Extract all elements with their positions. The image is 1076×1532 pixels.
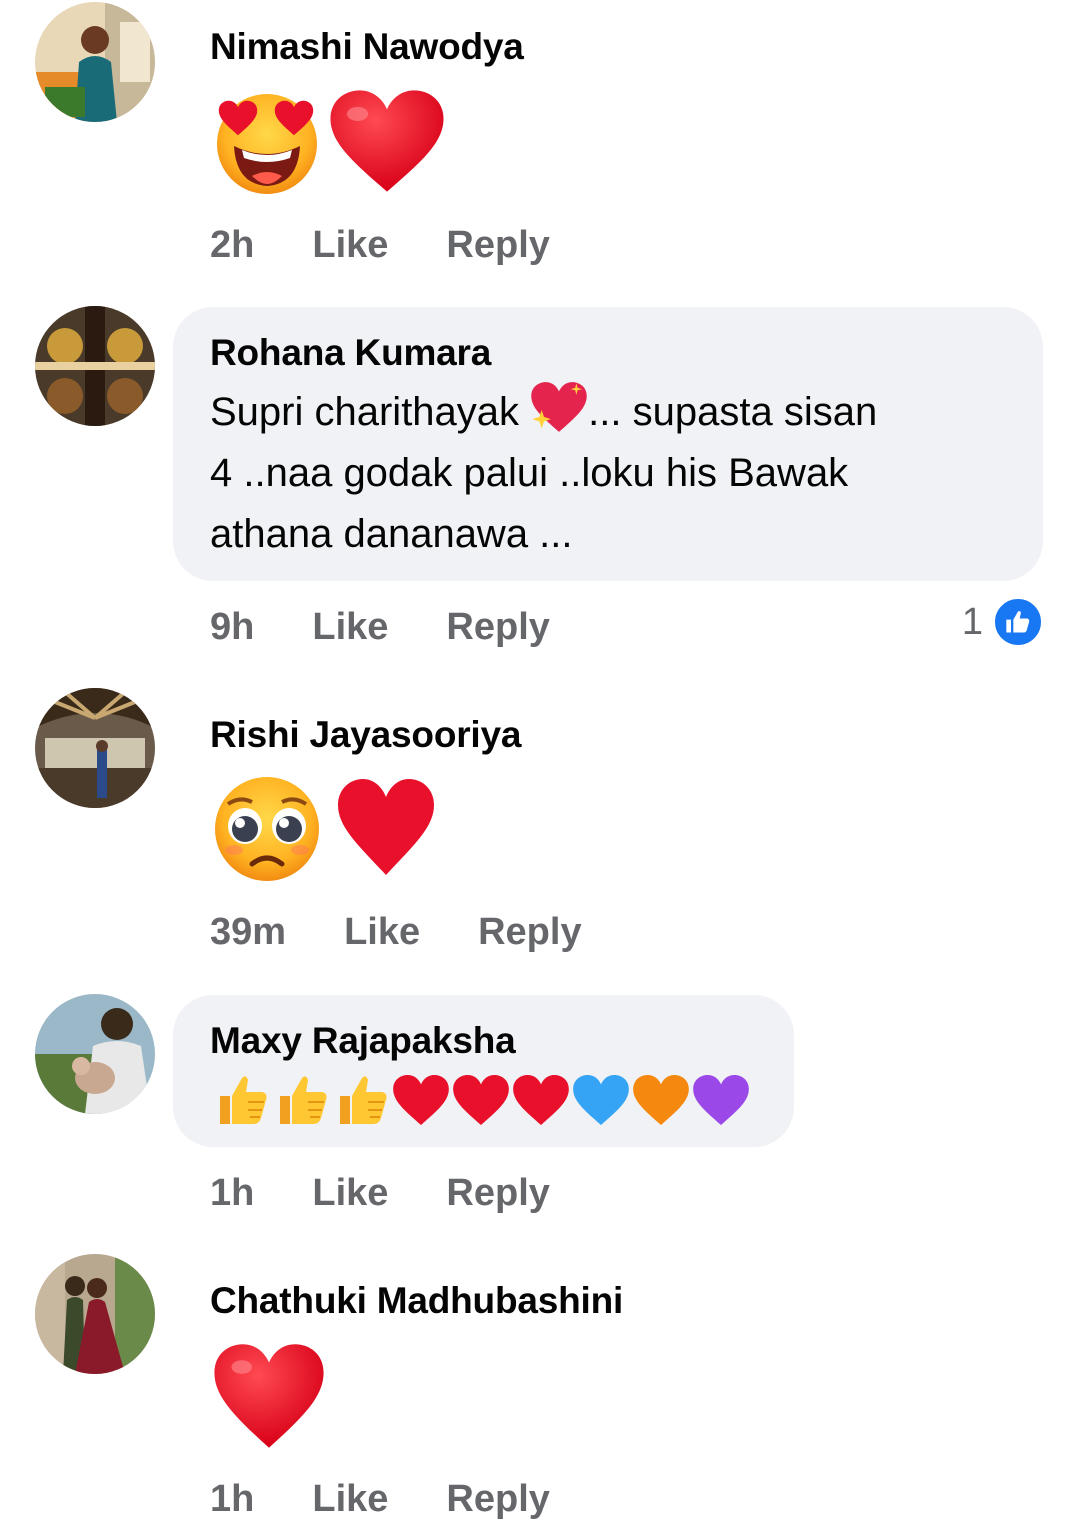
comment-actions: 2h Like Reply [210,222,550,268]
thumbs-up-icon [220,1076,267,1124]
thumbs-up-icon [280,1076,327,1124]
avatar[interactable] [35,994,155,1114]
red-heart-icon [512,1072,570,1128]
like-reaction-icon [993,597,1043,647]
purple-heart-icon [692,1072,750,1128]
comment-text: Supri charithayak ... supasta sisan 4 ..… [210,381,877,565]
orange-heart-icon [632,1072,690,1128]
avatar[interactable] [35,2,155,122]
comment-actions: 39m Like Reply [210,909,582,955]
reply-button[interactable]: Reply [446,1170,549,1216]
author-name[interactable]: Chathuki Madhubashini [210,1279,623,1323]
like-button[interactable]: Like [344,909,420,955]
emoji-content [212,88,446,196]
author-name[interactable]: Rohana Kumara [210,331,491,375]
timestamp: 1h [210,1478,255,1520]
reply-button[interactable]: Reply [446,222,549,268]
red-heart-icon [214,1344,324,1448]
reply-button[interactable]: Reply [478,909,581,955]
timestamp: 2h [210,224,255,266]
emoji-content [212,1342,326,1450]
sparkling-heart-icon [530,381,588,433]
thumbs-up-icon [340,1076,387,1124]
reply-button[interactable]: Reply [446,1476,549,1522]
comment-text-line: 4 ..naa godak palui ..loku his Bawak [210,451,849,495]
author-name[interactable]: Nimashi Nawodya [210,25,524,69]
emoji-content [212,774,436,884]
author-name[interactable]: Maxy Rajapaksha [210,1019,516,1063]
comment-actions: 1h Like Reply [210,1170,550,1216]
reaction-summary[interactable]: 1 [962,597,1043,647]
pleading-face-icon [215,777,319,881]
like-button[interactable]: Like [312,222,388,268]
comment-actions: 9h Like Reply [210,604,550,650]
like-button[interactable]: Like [312,604,388,650]
avatar[interactable] [35,688,155,808]
avatar[interactable] [35,1254,155,1374]
like-button[interactable]: Like [312,1170,388,1216]
red-heart-icon [452,1072,510,1128]
like-button[interactable]: Like [312,1476,388,1522]
author-name[interactable]: Rishi Jayasooriya [210,713,521,757]
comment-text-line: athana dananawa ... [210,512,573,556]
comment-text-line: Supri charithayak [210,390,520,434]
timestamp: 9h [210,606,255,648]
emoji-content [212,1072,750,1128]
timestamp: 39m [210,911,287,953]
blue-heart-icon [572,1072,630,1128]
red-heart-icon [328,88,446,194]
red-heart-icon [338,779,434,875]
timestamp: 1h [210,1172,255,1214]
avatar[interactable] [35,306,155,426]
reaction-count: 1 [961,600,983,643]
comment-actions: 1h Like Reply [210,1476,550,1522]
reply-button[interactable]: Reply [446,604,549,650]
comment-text-line: ... supasta sisan [588,390,878,434]
red-heart-icon [392,1072,450,1128]
heart-eyes-icon [217,94,317,194]
